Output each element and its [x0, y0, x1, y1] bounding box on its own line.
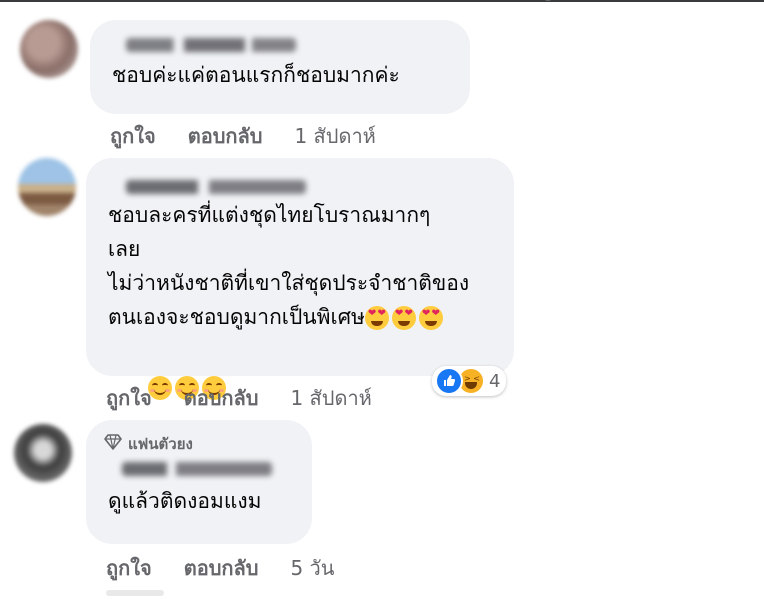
comment-text: ชอบค่ะแค่ตอนแรกก็ชอบมากค่ะ: [112, 63, 400, 87]
avatar[interactable]: [14, 424, 72, 482]
comment-actions: ถูกใจ ตอบกลับ 1 สัปดาห์: [110, 120, 408, 152]
like-button[interactable]: ถูกใจ: [110, 120, 156, 152]
timestamp[interactable]: 1 สัปดาห์: [294, 120, 375, 152]
reply-button[interactable]: ตอบกลับ: [184, 552, 259, 584]
timestamp[interactable]: 1 สัปดาห์: [290, 382, 371, 414]
like-button[interactable]: ถูกใจ: [106, 552, 152, 584]
comment-text-line: ไม่ว่าหนังชาติที่เขาใส่ชุดประจำชาติของ: [108, 271, 470, 295]
comment-bubble: แฟนตัวยง ดูแล้วติดงอมแงม: [86, 420, 312, 544]
scroll-indicator: [545, 0, 551, 1]
comment-text: ดูแล้วติดงอมแงม: [108, 489, 262, 513]
top-fan-badge: แฟนตัวยง: [104, 432, 294, 456]
timestamp[interactable]: 5 วัน: [290, 552, 334, 584]
reply-button[interactable]: ตอบกลับ: [184, 382, 259, 414]
reply-button[interactable]: ตอบกลับ: [188, 120, 263, 152]
like-button[interactable]: ถูกใจ: [106, 382, 152, 414]
avatar[interactable]: [20, 20, 78, 78]
heart-eyes-emoji-icon: [391, 306, 416, 330]
badge-label: แฟนตัวยง: [128, 435, 193, 453]
commenter-name[interactable]: [122, 462, 272, 476]
comment-text-line: ชอบละครที่แต่งชุดไทยโบราณมากๆ: [108, 203, 431, 227]
comment-text-span: ตนเองจะชอบดูมากเป็นพิเศษ: [108, 305, 365, 329]
comment-actions: ถูกใจ ตอบกลับ 5 วัน: [106, 552, 366, 584]
reaction-count: 4: [489, 370, 501, 392]
loading-bar: [106, 590, 164, 596]
commenter-name[interactable]: [126, 38, 296, 52]
commenter-name[interactable]: [126, 180, 306, 194]
avatar[interactable]: [18, 158, 76, 216]
comment-text-line: เลย: [108, 237, 141, 261]
top-divider: [0, 0, 764, 2]
reaction-summary[interactable]: > < 4: [432, 366, 507, 396]
comment-bubble: ชอบละครที่แต่งชุดไทยโบราณมากๆ เลย ไม่ว่า…: [86, 158, 514, 400]
diamond-icon: [104, 434, 122, 454]
comment-actions: ถูกใจ ตอบกลับ 1 สัปดาห์: [106, 382, 404, 414]
like-reaction-icon: [435, 367, 463, 395]
comment-text-line: ตนเองจะชอบดูมากเป็นพิเศษ: [108, 300, 496, 334]
comment-bubble: ชอบค่ะแค่ตอนแรกก็ชอบมากค่ะ: [90, 20, 470, 114]
heart-eyes-emoji-icon: [418, 306, 443, 330]
heart-eyes-emoji-icon: [364, 306, 389, 330]
